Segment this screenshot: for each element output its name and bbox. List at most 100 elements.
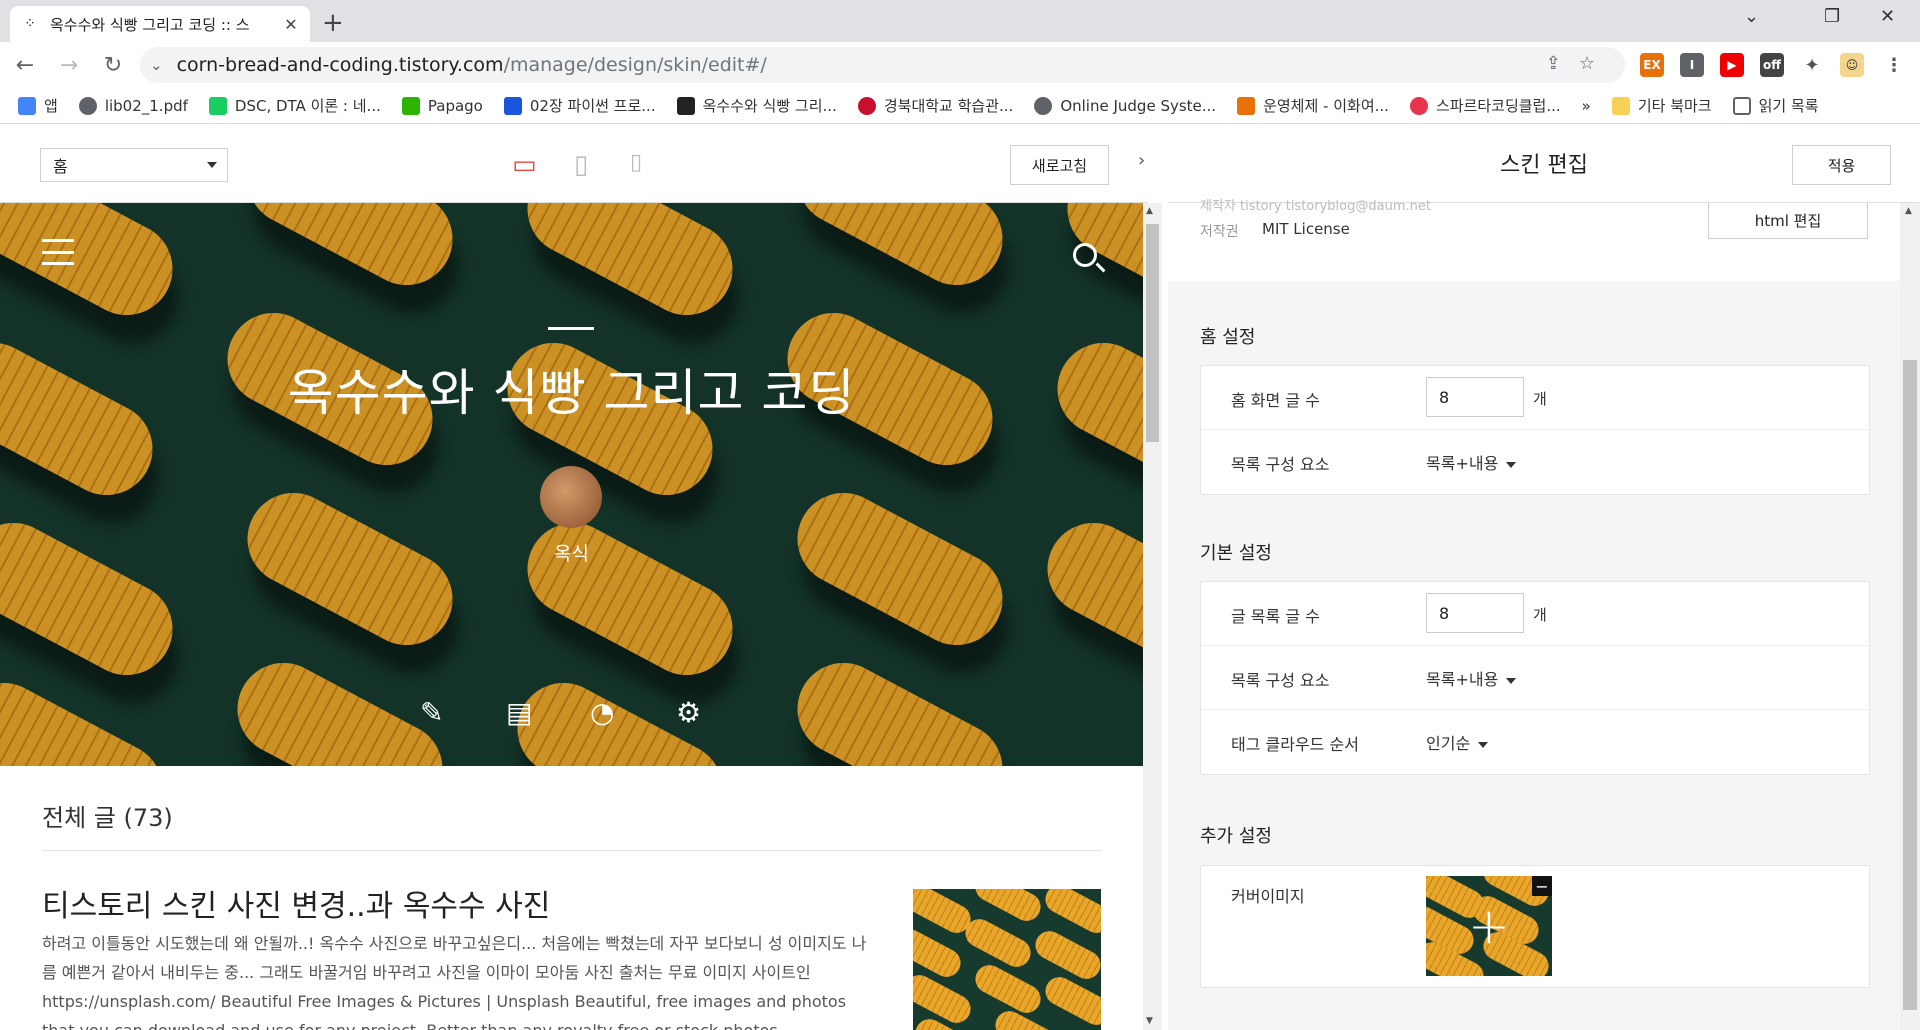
bookmark-label: 읽기 목록 (1758, 97, 1819, 115)
apply-button[interactable]: 적용 (1792, 145, 1891, 185)
browser-toolbar: ← → ↻ ⌄ corn-bread-and-coding.tistory.co… (0, 42, 1920, 88)
home-list-label: 목록 구성 요소 (1231, 455, 1330, 474)
bookmark-item[interactable]: 02장 파이썬 프로... (503, 95, 656, 116)
bookmarks-more[interactable]: » (1582, 97, 1591, 115)
reload-icon[interactable]: ↻ (94, 53, 132, 78)
bookmark-apps[interactable]: 앱 (18, 95, 58, 116)
bookmark-item[interactable]: 옥수수와 식빵 그리... (676, 95, 837, 116)
home-settings-title: 홈 설정 (1200, 327, 1256, 348)
desktop-view-icon[interactable]: ▭ (512, 150, 537, 180)
scroll-down-icon[interactable]: ▼ (1146, 1016, 1153, 1026)
refresh-button[interactable]: 새로고침 (1010, 145, 1109, 185)
extra-settings-title: 추가 설정 (1200, 826, 1272, 847)
close-window-button[interactable]: ✕ (1880, 6, 1895, 27)
panel-scroll-up-icon[interactable]: ▲ (1905, 206, 1912, 216)
rss-icon[interactable]: ◔ (590, 696, 614, 729)
menu-hamburger-icon[interactable] (42, 239, 74, 265)
home-settings-box: 홈 화면 글 수 8 개 목록 구성 요소 목록+내용 (1200, 365, 1870, 495)
cover-image-label: 커버이미지 (1231, 887, 1305, 906)
cover-image-thumbnail[interactable]: + − (1426, 876, 1552, 976)
bookmark-item[interactable]: 경북대학교 학습관... (857, 95, 1014, 116)
share-and-star-icons[interactable]: ⇪☆ (1546, 53, 1613, 74)
browser-menu-icon[interactable]: ⋮ (1882, 53, 1906, 77)
profile-avatar-icon[interactable]: ☺ (1840, 53, 1864, 77)
mobile-view-icon[interactable]: ▯ (630, 150, 642, 175)
panel-scrollbar-thumb[interactable] (1903, 360, 1917, 1010)
post-list-count-input[interactable]: 8 (1426, 593, 1524, 633)
bookmark-item[interactable]: 스파르타코딩클럽... (1409, 95, 1561, 116)
bookmark-label: 운영체제 - 이화여... (1263, 97, 1389, 115)
bookmark-label: lib02_1.pdf (104, 96, 188, 115)
basic-settings-box: 글 목록 글 수 8 개 목록 구성 요소 목록+내용 태그 클라우드 순서 인… (1200, 581, 1870, 775)
browser-tab[interactable]: ⁘ 옥수수와 식빵 그리고 코딩 :: 스 ✕ (10, 6, 310, 42)
post-title[interactable]: 티스토리 스킨 사진 변경..과 옥수수 사진 (42, 881, 550, 925)
restore-window-button[interactable]: ❐ (1824, 6, 1840, 27)
panel-header: 스킨 편집 적용 (1168, 125, 1920, 203)
post-list-count-row: 글 목록 글 수 8 개 (1201, 582, 1869, 646)
pencil-icon[interactable]: ✎ (420, 696, 443, 729)
search-icon[interactable] (1073, 243, 1097, 267)
scroll-up-icon[interactable]: ▲ (1146, 206, 1153, 216)
bookmark-item[interactable]: lib02_1.pdf (78, 96, 188, 115)
unit-label: 개 (1533, 390, 1547, 408)
blog-title[interactable]: 옥수수와 식빵 그리고 코딩 (0, 353, 1143, 425)
new-tab-button[interactable]: + (322, 8, 344, 38)
chevron-double-icon: » (1581, 96, 1591, 115)
avatar[interactable] (540, 466, 602, 528)
guestbook-icon[interactable]: ▤ (506, 696, 532, 729)
ex-extension-icon[interactable]: EX (1640, 53, 1664, 77)
hero-cover: 옥수수와 식빵 그리고 코딩 옥식 ✎ ▤ ◔ ⚙ (0, 203, 1143, 766)
site-info-icon[interactable]: ⌄ (150, 56, 163, 74)
youtube-extension-icon[interactable]: ▶ (1720, 53, 1744, 77)
bookmark-item[interactable]: Papago (401, 96, 483, 115)
tab-close-icon[interactable]: ✕ (282, 15, 300, 34)
back-icon[interactable]: ← (6, 53, 44, 78)
preview-scrollbar-thumb[interactable] (1146, 224, 1159, 442)
papago-icon (401, 96, 420, 115)
bookmark-label: 스파르타코딩클럽... (1435, 97, 1561, 115)
html-edit-button[interactable]: html 편집 (1708, 203, 1868, 239)
post-thumbnail[interactable] (913, 889, 1101, 1030)
home-post-count-label: 홈 화면 글 수 (1231, 391, 1320, 410)
bookmark-label: 앱 (44, 97, 58, 115)
basic-list-dropdown[interactable]: 목록+내용 (1426, 666, 1516, 690)
reading-list-icon (1732, 96, 1751, 115)
url-path: /manage/design/skin/edit#/ (503, 54, 767, 76)
unit-label: 개 (1533, 606, 1547, 624)
page-select[interactable]: 홈 (40, 148, 228, 182)
other-bookmarks[interactable]: 기타 북마크 (1611, 95, 1712, 116)
bookmark-item[interactable]: 운영체제 - 이화여... (1237, 95, 1389, 116)
blog-preview: 옥수수와 식빵 그리고 코딩 옥식 ✎ ▤ ◔ ⚙ 전체 글 (73) 티스토리… (0, 203, 1143, 1030)
browser-tab-bar: ⁘ 옥수수와 식빵 그리고 코딩 :: 스 ✕ + ⌄ ❐ ✕ (0, 0, 1920, 42)
gear-icon[interactable]: ⚙ (676, 696, 701, 729)
reading-list[interactable]: 읽기 목록 (1732, 95, 1819, 116)
address-bar[interactable]: ⌄ corn-bread-and-coding.tistory.com/mana… (140, 47, 1625, 83)
license-label: 저작권 (1200, 224, 1239, 240)
tistory-favicon-icon: ⁘ (24, 16, 36, 32)
bookmark-label: 02장 파이썬 프로... (529, 97, 656, 115)
off-extension-icon[interactable]: off (1760, 53, 1784, 77)
collapse-panel-icon[interactable]: › (1138, 150, 1145, 171)
puzzle-extensions-icon[interactable]: ✦ (1800, 53, 1824, 77)
bookmark-label: 옥수수와 식빵 그리... (702, 97, 837, 115)
home-list-row: 목록 구성 요소 목록+내용 (1201, 430, 1869, 494)
forward-icon[interactable]: → (50, 53, 88, 78)
extension-icon[interactable]: I (1680, 53, 1704, 77)
tag-cloud-dropdown[interactable]: 인기순 (1426, 730, 1488, 754)
bookmark-label: Papago (427, 96, 483, 115)
bookmark-item[interactable]: DSC, DTA 이론 : 네... (208, 95, 381, 116)
tab-search-icon[interactable]: ⌄ (1744, 6, 1759, 27)
bookmark-item[interactable]: Online Judge Syste... (1034, 96, 1216, 115)
home-post-count-input[interactable]: 8 (1426, 377, 1524, 417)
tistory-icon (676, 96, 695, 115)
bookmark-label: 경북대학교 학습관... (883, 97, 1014, 115)
skin-edit-panel: 스킨 편집 적용 제작자 tistory tistoryblog@daum.ne… (1168, 125, 1920, 1030)
apps-grid-icon (18, 96, 36, 115)
bookmarks-bar: 앱 lib02_1.pdf DSC, DTA 이론 : 네... Papago … (0, 88, 1920, 124)
tablet-view-icon[interactable]: ▯ (574, 150, 588, 180)
extra-settings-box: 커버이미지 + − (1200, 865, 1870, 988)
kocw-icon (1237, 96, 1256, 115)
home-list-dropdown[interactable]: 목록+내용 (1426, 450, 1516, 474)
bookmark-label: 기타 북마크 (1637, 97, 1712, 115)
remove-image-minus-icon[interactable]: − (1532, 876, 1552, 896)
